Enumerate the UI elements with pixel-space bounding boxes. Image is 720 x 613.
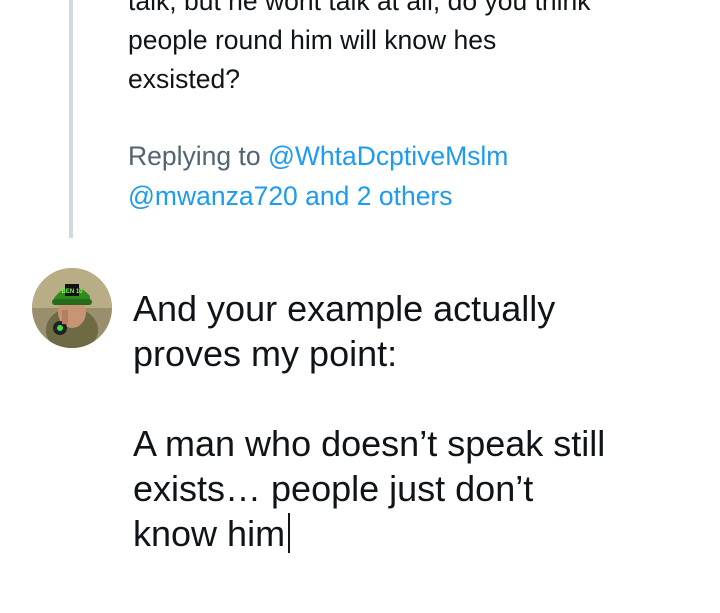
reply-compose-text: And your example actually proves my poin…	[133, 288, 606, 554]
reply-compose-screen: talk, but he wont talk at all, do you th…	[0, 0, 720, 613]
replying-to-label: Replying to	[128, 141, 268, 171]
others-link[interactable]: 2 others	[357, 181, 453, 211]
replying-connector: and	[297, 181, 357, 211]
mention-link-mwanza720[interactable]: @mwanza720	[128, 181, 298, 211]
thread-connector-line	[69, 0, 73, 238]
avatar-image: BEN 10	[32, 268, 112, 348]
parent-tweet-text: talk, but he wont talk at all, do you th…	[128, 0, 591, 94]
mention-link-whtadcptivemslm[interactable]: @WhtaDcptiveMslm	[268, 141, 508, 171]
text-cursor	[288, 513, 291, 553]
avatar[interactable]: BEN 10	[32, 268, 112, 348]
replying-to-line: Replying to @WhtaDcptiveMslm @mwanza720 a…	[128, 136, 708, 216]
reply-compose-input[interactable]: And your example actually proves my poin…	[133, 286, 703, 556]
avatar-cap-text: BEN 10	[61, 289, 83, 295]
